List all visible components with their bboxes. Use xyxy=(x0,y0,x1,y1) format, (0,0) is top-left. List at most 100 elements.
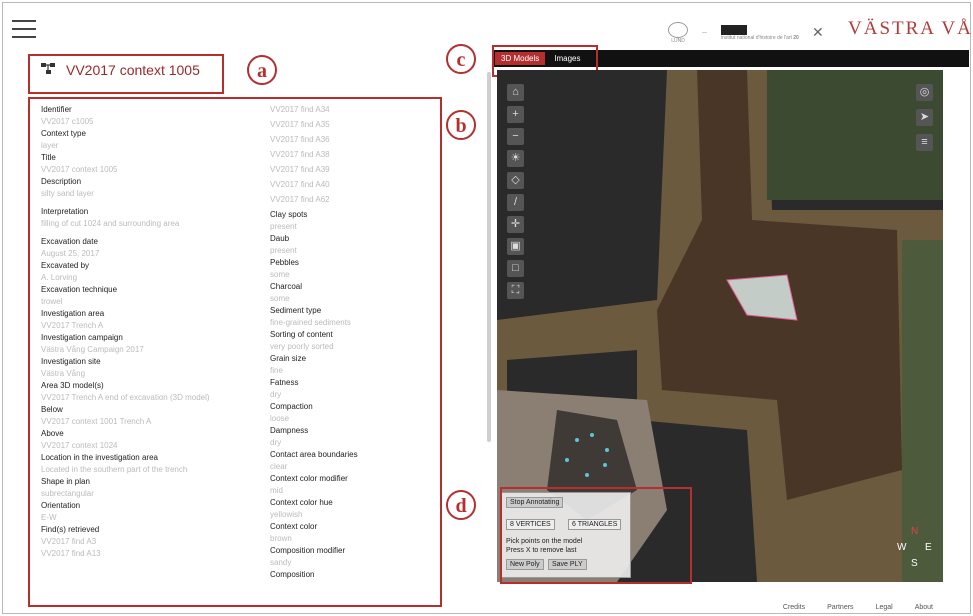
field-value[interactable]: Västra Vång xyxy=(41,368,261,380)
field-value[interactable]: mid xyxy=(270,485,430,497)
context-title-text: VV2017 context 1005 xyxy=(66,62,200,78)
field-value[interactable]: some xyxy=(270,293,430,305)
field-value[interactable]: August 25, 2017 xyxy=(41,248,261,260)
left-field-list: Identifier VV2017 c1005 Context type layer T… xyxy=(41,104,261,560)
footer-partners-link[interactable]: Partners xyxy=(827,604,853,611)
field-value[interactable]: layer xyxy=(41,140,261,152)
section-icon[interactable]: ▣ xyxy=(507,238,524,255)
field-label: Find(s) retrieved xyxy=(41,525,100,534)
field-label: Excavated by xyxy=(41,261,90,270)
field-value[interactable]: VV2017 find A13 xyxy=(41,548,261,560)
field-label: Orientation xyxy=(41,501,81,510)
find-link[interactable]: VV2017 find A38 xyxy=(270,149,430,161)
field-value[interactable]: VV2017 find A3 xyxy=(41,536,261,548)
context-title: VV2017 context 1005 xyxy=(40,62,200,78)
fullscreen-icon[interactable]: ⛶ xyxy=(507,282,524,299)
field-value[interactable]: trowel xyxy=(41,296,261,308)
compass-e: E xyxy=(925,542,932,553)
field-value[interactable]: Västra Vång Campaign 2017 xyxy=(41,344,261,356)
target-icon[interactable]: ◎ xyxy=(916,84,933,101)
compass-w: W xyxy=(897,542,907,553)
navigate-icon[interactable]: ➤ xyxy=(916,109,933,126)
field-label: Sorting of content xyxy=(270,330,333,339)
compass-n: N xyxy=(911,526,919,537)
field-label: Composition xyxy=(270,570,315,579)
field-value[interactable]: yellowish xyxy=(270,509,430,521)
hierarchy-icon xyxy=(40,62,56,78)
find-link[interactable]: VV2017 find A35 xyxy=(270,119,430,131)
field-label: Context color hue xyxy=(270,498,333,507)
field-value[interactable]: sandy xyxy=(270,557,430,569)
field-value[interactable]: VV2017 context 1001 Trench A xyxy=(41,416,261,428)
field-value[interactable]: subrectangular xyxy=(41,488,261,500)
field-label: Identifier xyxy=(41,105,72,114)
field-value[interactable]: dry xyxy=(270,437,430,449)
field-value[interactable]: VV2017 c1005 xyxy=(41,116,261,128)
field-value[interactable]: brown xyxy=(270,533,430,545)
find-link[interactable]: VV2017 find A40 xyxy=(270,179,430,191)
field-value[interactable]: loose xyxy=(270,413,430,425)
list-icon[interactable]: ≡ xyxy=(916,134,933,151)
field-value[interactable]: VV2017 Trench A end of excavation (3D mo… xyxy=(41,392,261,404)
field-label: Compaction xyxy=(270,402,313,411)
field-value[interactable] xyxy=(270,581,430,593)
viewer-right-toolbar: ◎ ➤ ≡ xyxy=(916,84,933,151)
field-value[interactable]: VV2017 context 1005 xyxy=(41,164,261,176)
field-label: Excavation technique xyxy=(41,285,118,294)
find-link[interactable]: VV2017 find A36 xyxy=(270,134,430,146)
field-value[interactable]: present xyxy=(270,245,430,257)
compass: N W E S xyxy=(897,526,933,570)
fit-icon[interactable]: □ xyxy=(507,260,524,277)
partner-logos: LUND — institut national d'histoire de l… xyxy=(668,22,799,44)
zoom-in-icon[interactable]: + xyxy=(507,106,524,123)
annotation-box-d xyxy=(500,487,692,584)
field-label: Pebbles xyxy=(270,258,299,267)
field-label: Context type xyxy=(41,129,86,138)
lund-logo: LUND xyxy=(668,22,688,44)
annotation-badge-a: a xyxy=(247,55,277,85)
field-label: Context color xyxy=(270,522,318,531)
field-label: Shape in plan xyxy=(41,477,90,486)
field-label: Investigation area xyxy=(41,309,105,318)
field-value[interactable]: VV2017 context 1024 xyxy=(41,440,261,452)
footer-about-link[interactable]: About xyxy=(915,604,933,611)
details-scrollbar[interactable] xyxy=(487,72,491,442)
footer-legal-link[interactable]: Legal xyxy=(876,604,893,611)
field-label: Area 3D model(s) xyxy=(41,381,104,390)
footer-credits-link[interactable]: Credits xyxy=(783,604,805,611)
home-icon[interactable]: ⌂ xyxy=(507,84,524,101)
field-label: Contact area boundaries xyxy=(270,450,358,459)
cube-icon[interactable]: ◇ xyxy=(507,172,524,189)
find-link[interactable]: VV2017 find A62 xyxy=(270,194,430,206)
field-label: Title xyxy=(41,153,56,162)
field-value[interactable]: filling of cut 1024 and surrounding area xyxy=(41,218,261,230)
crosshair-icon[interactable]: ✛ xyxy=(507,216,524,233)
field-value[interactable]: Located in the southern part of the tren… xyxy=(41,464,261,476)
field-value[interactable]: very poorly sorted xyxy=(270,341,430,353)
field-value[interactable]: E-W xyxy=(41,512,261,524)
field-label: Interpretation xyxy=(41,207,89,216)
field-value[interactable]: VV2017 Trench A xyxy=(41,320,261,332)
field-value[interactable]: clear xyxy=(270,461,430,473)
light-icon[interactable]: ☀ xyxy=(507,150,524,167)
field-label: Description xyxy=(41,177,82,186)
bird-icon: ✕ xyxy=(812,24,824,40)
field-label: Grain size xyxy=(270,354,307,363)
field-value[interactable]: fine-grained sediments xyxy=(270,317,430,329)
zoom-out-icon[interactable]: − xyxy=(507,128,524,145)
find-link[interactable]: VV2017 find A34 xyxy=(270,104,430,116)
find-link[interactable]: VV2017 find A39 xyxy=(270,164,430,176)
menu-icon[interactable] xyxy=(12,20,36,38)
field-label: Daub xyxy=(270,234,290,243)
field-value[interactable]: some xyxy=(270,269,430,281)
field-value[interactable]: A. Lorving xyxy=(41,272,261,284)
field-value[interactable]: fine xyxy=(270,365,430,377)
measure-icon[interactable]: / xyxy=(507,194,524,211)
small-logo-line: — xyxy=(702,30,707,36)
field-value[interactable]: silty sand layer xyxy=(41,188,261,200)
field-value[interactable]: present xyxy=(270,221,430,233)
field-label: Fatness xyxy=(270,378,299,387)
annotation-badge-c: c xyxy=(446,44,476,74)
field-value[interactable]: dry xyxy=(270,389,430,401)
inha-logo: institut national d'histoire de l'art 20 xyxy=(721,25,799,41)
